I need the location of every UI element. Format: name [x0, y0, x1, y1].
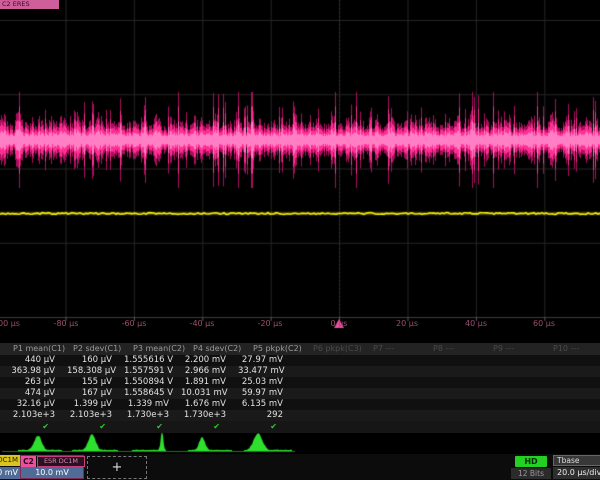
x-tick-label: -60 µs — [122, 319, 147, 328]
oscilloscope-screen: C2 ERES -100 µs -80 µs -60 µs -40 µs -20 µs 0… — [0, 0, 600, 480]
param-header[interactable]: P4 sdev(C2) — [190, 343, 250, 355]
x-tick-label: -40 µs — [190, 319, 215, 328]
x-tick-label: 40 µs — [465, 319, 487, 328]
param-value: 363.98 µV — [10, 366, 67, 377]
timebase-value: 20.0 µs/div — [553, 467, 600, 479]
param-value: 160 µV — [67, 355, 124, 366]
hd-mode-badge[interactable]: HD — [515, 456, 547, 467]
active-trace-chip[interactable]: C2 ERES — [0, 0, 59, 9]
param-value: 1.550894 V — [124, 377, 181, 388]
timebase-descriptor[interactable]: Tbase 20.0 µs/div — [553, 455, 600, 479]
param-value: 1.339 mV — [124, 399, 181, 410]
param-value: 59.97 mV — [238, 388, 295, 399]
bottom-status-bar: DC1M 10.0 mV C2 ESR DC1M 10.0 mV + HD 12… — [0, 454, 600, 480]
param-value: 32.16 µV — [10, 399, 67, 410]
param-value: 27.97 mV — [238, 355, 295, 366]
c1-coupling-chip: DC1M — [0, 455, 20, 466]
param-value: 10.031 mV — [181, 388, 238, 399]
param-value: 2.200 mV — [181, 355, 238, 366]
x-tick-label: -20 µs — [258, 319, 283, 328]
param-status-check: ✔ — [10, 421, 67, 433]
param-value: 1.555616 V — [124, 355, 181, 366]
channel-c1-descriptor[interactable]: DC1M 10.0 mV — [0, 455, 18, 479]
param-status-check: ✔ — [67, 421, 124, 433]
param-header[interactable]: P8 --- — [430, 343, 490, 355]
param-value: 2.103e+3 — [10, 410, 67, 421]
x-tick-label: -100 µs — [0, 319, 20, 328]
x-tick-label: 0 µs — [331, 319, 348, 328]
param-value: 2.966 mV — [181, 366, 238, 377]
param-value: 167 µV — [67, 388, 124, 399]
param-value: 6.135 mV — [238, 399, 295, 410]
channel-c2-descriptor[interactable]: C2 ESR DC1M 10.0 mV — [20, 455, 84, 479]
c2-coupling-chip: ESR DC1M — [37, 456, 85, 467]
param-status-check: ✔ — [124, 421, 181, 433]
param-value: 33.477 mV — [238, 366, 295, 377]
c1-volts-per-div: 10.0 mV — [0, 467, 20, 479]
param-value: 1.730e+3 — [181, 410, 238, 421]
add-trace-button[interactable]: + — [87, 456, 147, 479]
param-header[interactable]: P10 --- — [550, 343, 600, 355]
param-value: 158.308 µV — [67, 366, 124, 377]
c2-label: C2 — [21, 456, 36, 467]
param-value: 263 µV — [10, 377, 67, 388]
measurement-table: P1 mean(C1)P2 sdev(C1)P3 mean(C2)P4 sdev… — [0, 343, 600, 433]
param-value: 2.103e+3 — [67, 410, 124, 421]
param-header[interactable]: P7 --- — [370, 343, 430, 355]
x-tick-label: -80 µs — [54, 319, 79, 328]
param-value: 474 µV — [10, 388, 67, 399]
param-header[interactable]: P9 --- — [490, 343, 550, 355]
param-value: 1.557591 V — [124, 366, 181, 377]
param-header[interactable]: P5 pkpk(C2) — [250, 343, 310, 355]
param-value: 440 µV — [10, 355, 67, 366]
param-value: 1.676 mV — [181, 399, 238, 410]
bit-resolution-label: 12 Bits — [511, 468, 551, 479]
param-header[interactable]: P2 sdev(C1) — [70, 343, 130, 355]
param-value: 292 — [238, 410, 295, 421]
param-value: 25.03 mV — [238, 377, 295, 388]
x-tick-label: 20 µs — [396, 319, 418, 328]
param-value: 1.730e+3 — [124, 410, 181, 421]
param-header[interactable]: P1 mean(C1) — [10, 343, 70, 355]
x-tick-label: 60 µs — [533, 319, 555, 328]
param-status-check: ✔ — [181, 421, 238, 433]
param-header[interactable]: P3 mean(C2) — [130, 343, 190, 355]
param-value: 1.891 mV — [181, 377, 238, 388]
c2-volts-per-div: 10.0 mV — [21, 467, 83, 478]
param-value: 155 µV — [67, 377, 124, 388]
param-status-check: ✔ — [238, 421, 295, 433]
timebase-title: Tbase — [553, 455, 600, 466]
param-header[interactable]: P6 pkpk(C3) — [310, 343, 370, 355]
x-axis: -100 µs -80 µs -60 µs -40 µs -20 µs 0 µs 20 µs… — [0, 319, 600, 333]
param-value: 1.558645 V — [124, 388, 181, 399]
param-value: 1.399 µV — [67, 399, 124, 410]
